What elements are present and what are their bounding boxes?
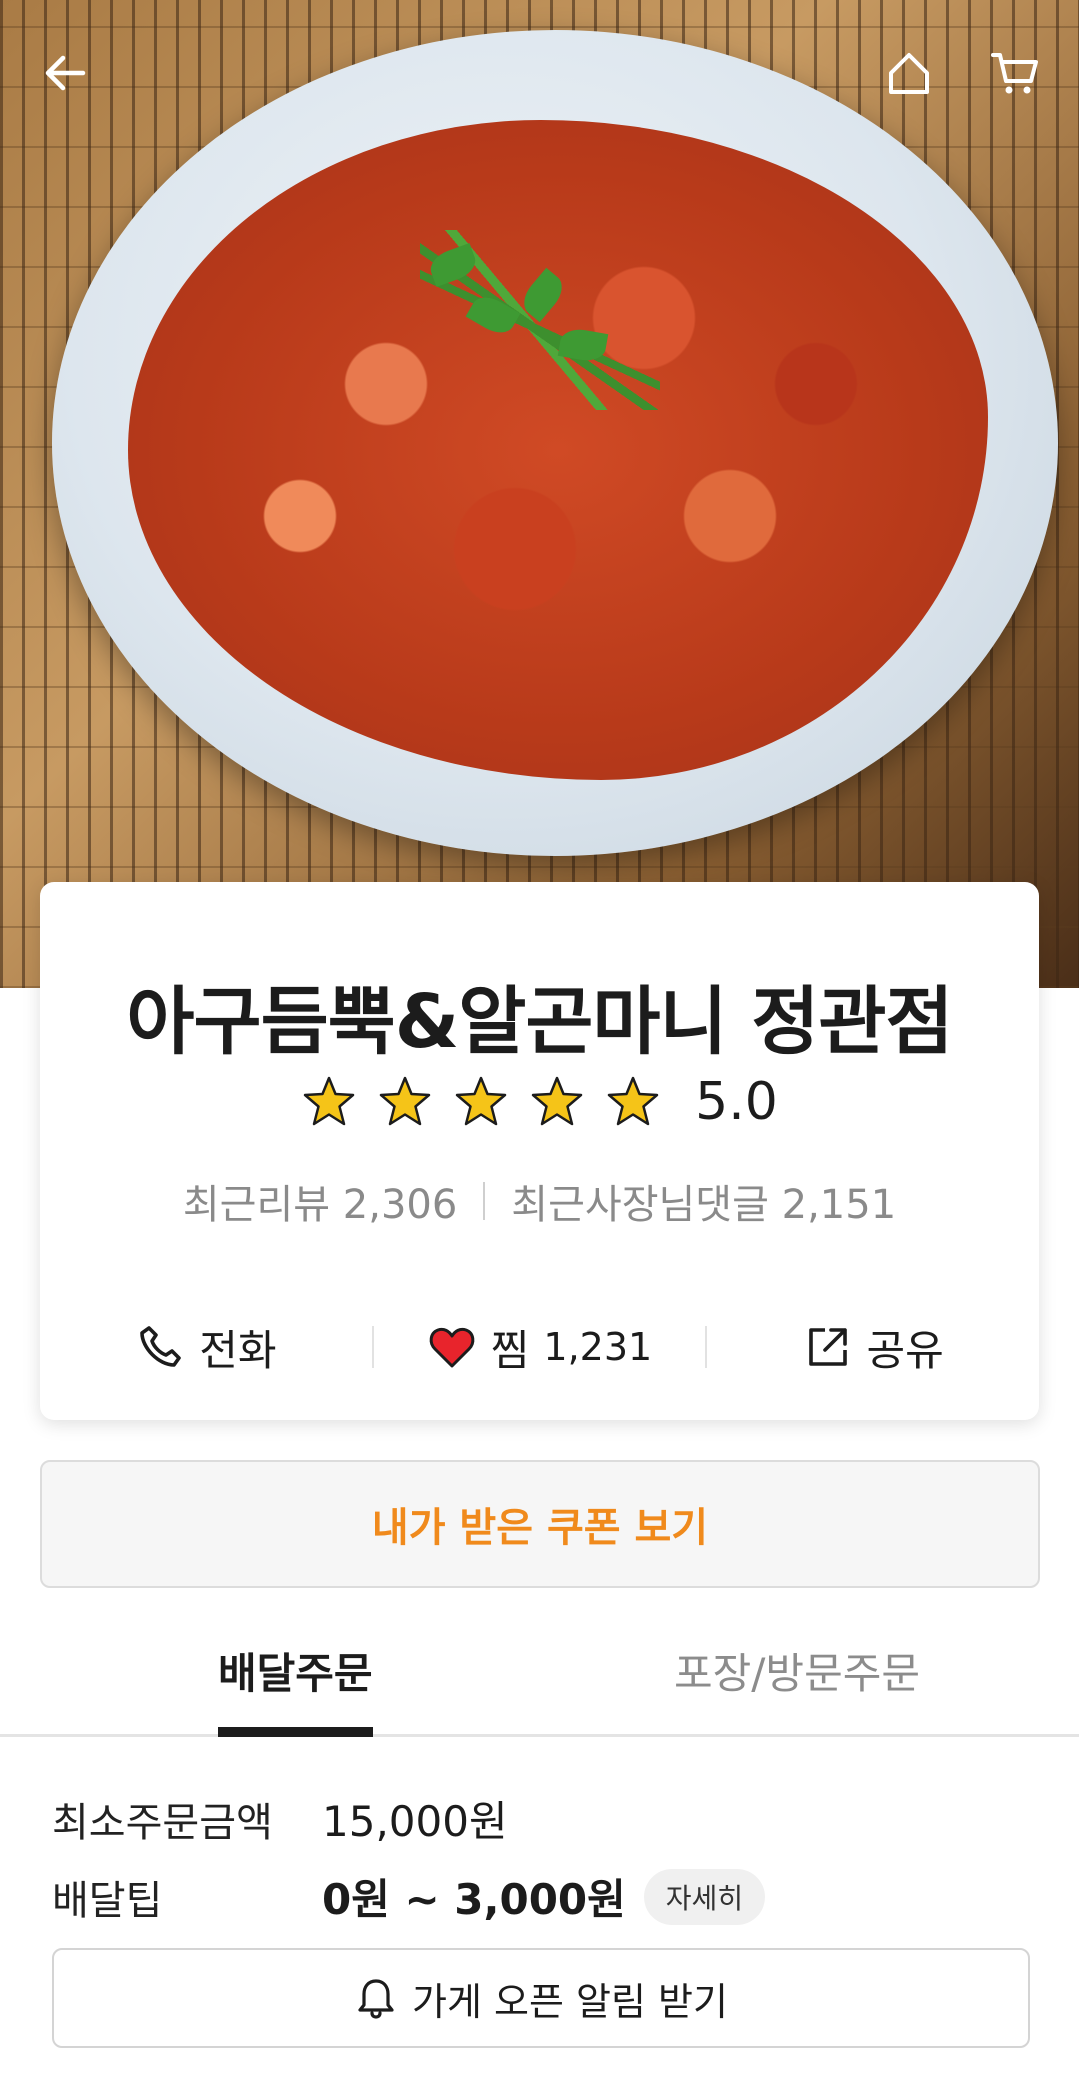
like-button[interactable]: 찜 1,231 (374, 1317, 706, 1378)
like-label: 찜 (490, 1325, 530, 1375)
star-icon (531, 1076, 583, 1126)
min-order-label: 최소주문금액 (52, 1799, 273, 1846)
divider (483, 1182, 486, 1220)
star-icon (303, 1076, 355, 1126)
detail-button[interactable]: 자세히 (643, 1868, 766, 1925)
action-bar: 전화 찜 1,231 공유 (40, 1302, 1039, 1392)
recent-reviews[interactable]: 최근리뷰 2,306 (183, 1172, 457, 1230)
rating-row: 5.0 (40, 1072, 1039, 1132)
like-count: 1,231 (543, 1325, 653, 1369)
owner-replies-count: 2,151 (781, 1182, 897, 1228)
delivery-tip-row: 배달팁 0원 ~ 3,000원 자세히 (52, 1866, 766, 1927)
cart-button[interactable] (980, 38, 1050, 108)
delivery-tip-label: 배달팁 (52, 1877, 163, 1924)
delivery-tip-value: 0원 ~ 3,000원 (322, 1875, 626, 1924)
store-name: 아구듬뿍&알곤마니 정관점 (126, 979, 953, 1065)
recent-reviews-label: 최근리뷰 (182, 1182, 331, 1228)
call-label: 전화 (199, 1325, 277, 1375)
share-icon (808, 1328, 847, 1366)
share-label: 공유 (866, 1325, 944, 1375)
star-icon (607, 1076, 659, 1126)
open-alarm-label: 가게 오픈 알림 받기 (412, 1979, 728, 2024)
recent-reviews-count: 2,306 (342, 1182, 458, 1228)
phone-icon (140, 1326, 181, 1367)
store-info-card: 아구듬뿍&알곤마니 정관점 5.0 최근리뷰 2,306 최근사장님댓글 2,1… (40, 882, 1039, 1420)
call-button[interactable]: 전화 (40, 1317, 372, 1378)
bell-icon (358, 1979, 394, 2019)
tab-delivery[interactable]: 배달주문 (218, 1640, 373, 1737)
heart-icon (429, 1327, 475, 1368)
min-order-row: 최소주문금액 15,000원 (52, 1788, 508, 1849)
min-order-value: 15,000원 (322, 1797, 508, 1846)
cart-icon (991, 53, 1038, 94)
star-icon (455, 1076, 507, 1126)
order-tabs: 배달주문 포장/방문주문 (0, 1640, 1079, 1737)
review-stats: 최근리뷰 2,306 최근사장님댓글 2,151 (40, 1172, 1039, 1230)
owner-replies[interactable]: 최근사장님댓글 2,151 (511, 1172, 896, 1230)
coupon-label: 내가 받은 쿠폰 보기 (371, 1505, 709, 1551)
back-button[interactable] (30, 38, 100, 108)
home-icon (889, 53, 929, 94)
owner-replies-label: 최근사장님댓글 (511, 1182, 769, 1228)
hero-food-image (0, 0, 1079, 988)
share-button[interactable]: 공유 (707, 1317, 1039, 1378)
rating-value: 5.0 (695, 1072, 778, 1132)
open-alarm-button[interactable]: 가게 오픈 알림 받기 (52, 1948, 1030, 2048)
coupon-button[interactable]: 내가 받은 쿠폰 보기 (40, 1460, 1040, 1588)
arrow-left-icon (45, 55, 86, 91)
star-icon (379, 1076, 431, 1126)
home-button[interactable] (874, 38, 944, 108)
tab-pickup[interactable]: 포장/방문주문 (674, 1640, 920, 1734)
